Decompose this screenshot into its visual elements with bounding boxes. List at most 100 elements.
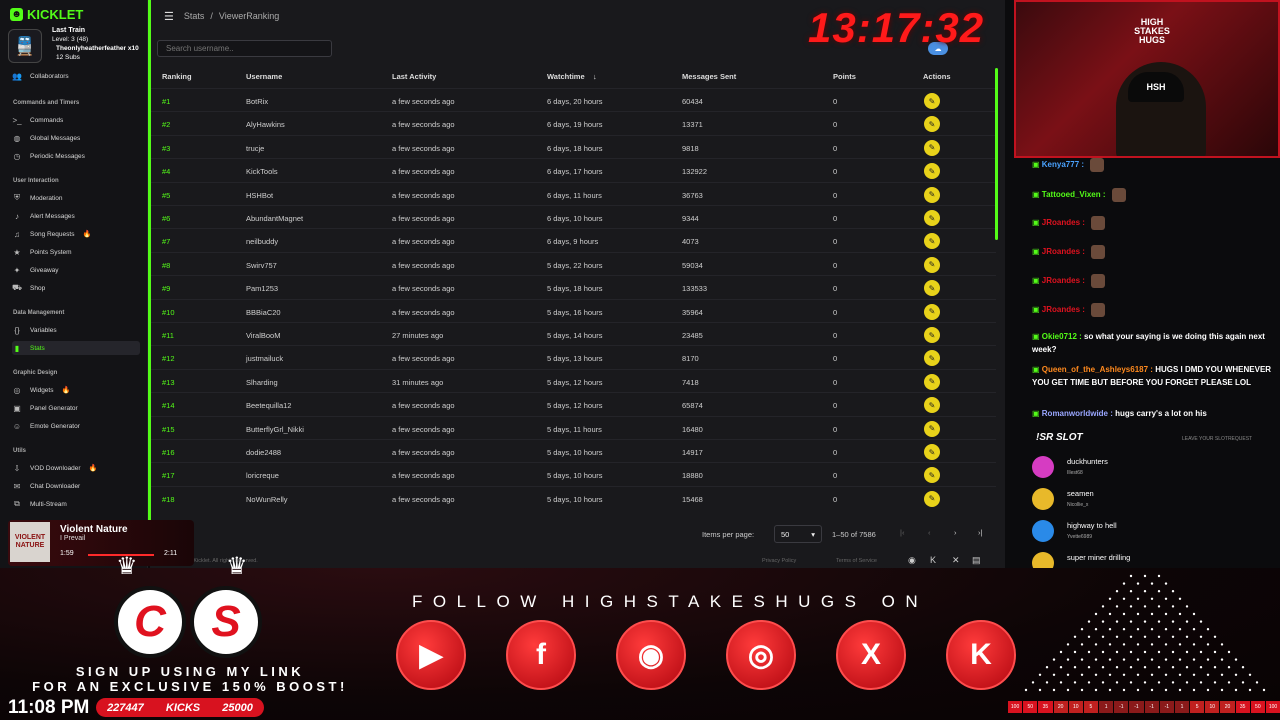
table-row[interactable]: #14 Beetequilla12 a few seconds ago 5 days,… — [150, 392, 996, 415]
table-row[interactable]: #2 AlyHawkins a few seconds ago 6 days, 19 … — [150, 111, 996, 134]
table-row[interactable]: #4 KickTools a few seconds ago 6 days, 17 h… — [150, 158, 996, 181]
sidebar-item-commands[interactable]: >_ Commands — [12, 113, 140, 127]
kicklet-logo[interactable]: ☻ KICKLET — [10, 7, 83, 22]
table-row[interactable]: #13 Slharding 31 minutes ago 5 days, 12 hou… — [150, 368, 996, 392]
pencil-icon: ✎ — [928, 283, 936, 293]
table-row[interactable]: #7 neilbuddy a few seconds ago 6 days, 9 ho… — [150, 228, 996, 251]
plinko-peg — [1157, 574, 1161, 578]
search-input[interactable] — [157, 40, 332, 57]
edit-button[interactable]: ✎ — [924, 256, 940, 273]
edit-button[interactable]: ✎ — [924, 210, 940, 226]
plinko-peg — [1094, 612, 1098, 616]
sidebar-item-collaborators[interactable]: 👥 Collaborators — [12, 69, 140, 83]
plinko-peg — [1129, 620, 1133, 623]
plinko-peg — [1080, 643, 1084, 646]
next-page-icon[interactable]: › — [954, 528, 957, 537]
cell-watchtime: 6 days, 10 hours — [547, 214, 603, 223]
plinko-peg — [1157, 590, 1161, 593]
column-header-last-activity: Last Activity — [392, 72, 437, 81]
column-header-watchtime[interactable]: Watchtime — [547, 72, 585, 81]
prev-page-icon[interactable]: ‹ — [928, 528, 931, 537]
table-row[interactable]: #18 NoWunRelly a few seconds ago 5 days, 10… — [150, 485, 996, 509]
plinko-peg — [1108, 643, 1112, 646]
edit-button[interactable]: ✎ — [924, 163, 940, 180]
chat-message: ▣ Tattooed_Vixen : — [1032, 188, 1277, 202]
sidebar-item-global-messages[interactable]: ◍ Global Messages — [12, 131, 140, 145]
edit-button[interactable]: ✎ — [924, 116, 940, 133]
table-row[interactable]: #11 ViralBooM 27 minutes ago 5 days, 14 hou… — [150, 322, 996, 345]
plinko-peg — [1059, 650, 1063, 654]
table-row[interactable]: #1 BotRix a few seconds ago 6 days, 20 hour… — [150, 88, 996, 111]
chat-badge-icon: ▣ — [1032, 409, 1042, 418]
table-row[interactable]: #10 BBBiaC20 a few seconds ago 5 days, 16 h… — [150, 298, 996, 322]
cell-ranking: #3 — [162, 143, 171, 153]
edit-button[interactable]: ✎ — [924, 327, 940, 343]
table-row[interactable]: #3 trucje a few seconds ago 6 days, 18 hour… — [150, 134, 996, 158]
sidebar-item-widgets[interactable]: ◎ Widgets 🔥 — [12, 383, 140, 397]
edit-button[interactable]: ✎ — [924, 93, 940, 109]
edit-button[interactable]: ✎ — [924, 490, 940, 507]
privacy-link[interactable]: Privacy Policy — [762, 558, 796, 564]
plinko-peg — [1101, 620, 1105, 623]
plinko-multiplier: 20 — [1053, 701, 1068, 713]
cell-watchtime: 5 days, 10 hours — [547, 448, 603, 457]
table-row[interactable]: #8 Swirv757 a few seconds ago 5 days, 22 ho… — [150, 251, 996, 275]
edit-button[interactable]: ✎ — [924, 233, 940, 250]
cell-points: 0 — [833, 448, 838, 457]
kick-icon[interactable]: K — [930, 555, 936, 565]
sidebar-item-vod-downloader[interactable]: ⇩ VOD Downloader 🔥 — [12, 461, 140, 475]
table-scrollbar[interactable] — [995, 68, 998, 240]
table-row[interactable]: #5 HSHBot a few seconds ago 6 days, 11 hour… — [150, 181, 996, 205]
document-icon[interactable]: ▤ — [972, 555, 981, 566]
sidebar-item-alert-messages[interactable]: ♪ Alert Messages — [12, 209, 140, 223]
plinko-peg — [1171, 666, 1175, 669]
last-page-icon[interactable]: ›| — [978, 528, 982, 537]
edit-button[interactable]: ✎ — [924, 303, 940, 320]
table-row[interactable]: #9 Pam1253 a few seconds ago 5 days, 18 hou… — [150, 275, 996, 298]
cell-ranking: #16 — [162, 448, 175, 457]
edit-button[interactable]: ✎ — [924, 444, 940, 460]
edit-button[interactable]: ✎ — [924, 350, 940, 367]
sidebar-item-song-requests[interactable]: ♫ Song Requests 🔥 — [12, 227, 140, 241]
plinko-peg — [1087, 650, 1091, 654]
sidebar-item-giveaway[interactable]: ✦ Giveaway — [12, 263, 140, 277]
sidebar-item-points-system[interactable]: ★ Points System — [12, 245, 140, 259]
edit-button[interactable]: ✎ — [924, 139, 940, 156]
table-row[interactable]: #15 ButterflyGrl_Nikki a few seconds ago 5 … — [150, 415, 996, 439]
terms-link[interactable]: Terms of Service — [836, 558, 877, 564]
cell-watchtime: 5 days, 10 hours — [547, 494, 603, 504]
sidebar-item-shop[interactable]: ⛟ Shop — [12, 281, 140, 295]
sidebar-item-multi-stream[interactable]: ⧉ Multi-Stream — [12, 497, 140, 511]
sidebar-item-panel-generator[interactable]: ▣ Panel Generator — [12, 401, 140, 415]
table-row[interactable]: #16 dodie2488 a few seconds ago 5 days, 10 … — [150, 439, 996, 462]
edit-button[interactable]: ✎ — [924, 280, 940, 297]
chat-username: Queen_of_the_Ashleys6187 : — [1041, 365, 1153, 374]
edit-button[interactable]: ✎ — [924, 373, 940, 390]
x-icon[interactable]: ✕ — [952, 555, 960, 566]
table-row[interactable]: #6 AbundantMagnet a few seconds ago 6 days,… — [150, 205, 996, 228]
items-per-page-select[interactable]: 50 ▾ — [774, 525, 822, 543]
chat-username: JRoandes : — [1041, 247, 1085, 257]
table-row[interactable]: #17 loricreque a few seconds ago 5 days, 10… — [150, 462, 996, 485]
sidebar-item-chat-downloader[interactable]: ✉ Chat Downloader — [12, 479, 140, 493]
sidebar-item-periodic-messages[interactable]: ◷ Periodic Messages — [12, 149, 140, 163]
first-page-icon[interactable]: |‹ — [900, 528, 904, 537]
menu-icon[interactable]: ☰ — [164, 10, 174, 23]
edit-button[interactable]: ✎ — [924, 397, 940, 414]
edit-button[interactable]: ✎ — [924, 467, 940, 484]
discord-icon[interactable]: ◉ — [908, 555, 916, 566]
plinko-peg — [1080, 688, 1084, 692]
sidebar-item-moderation[interactable]: ⛨ Moderation — [12, 191, 140, 205]
cell-username: AlyHawkins — [246, 120, 285, 130]
sidebar-item-variables[interactable]: {} Variables — [12, 323, 140, 337]
sidebar-item-label: Shop — [30, 284, 46, 292]
plinko-peg — [1066, 673, 1070, 676]
table-row[interactable]: #12 justmailuck a few seconds ago 5 days, 1… — [150, 345, 996, 368]
edit-button[interactable]: ✎ — [924, 420, 940, 437]
plinko-peg — [1073, 635, 1077, 638]
sort-desc-icon[interactable]: ↓ — [593, 72, 597, 81]
breadcrumb-root[interactable]: Stats — [184, 11, 205, 21]
sidebar-item-stats[interactable]: ▮ Stats — [12, 341, 140, 355]
edit-button[interactable]: ✎ — [924, 186, 940, 203]
sidebar-item-emote-generator[interactable]: ☺ Emote Generator — [12, 419, 140, 433]
